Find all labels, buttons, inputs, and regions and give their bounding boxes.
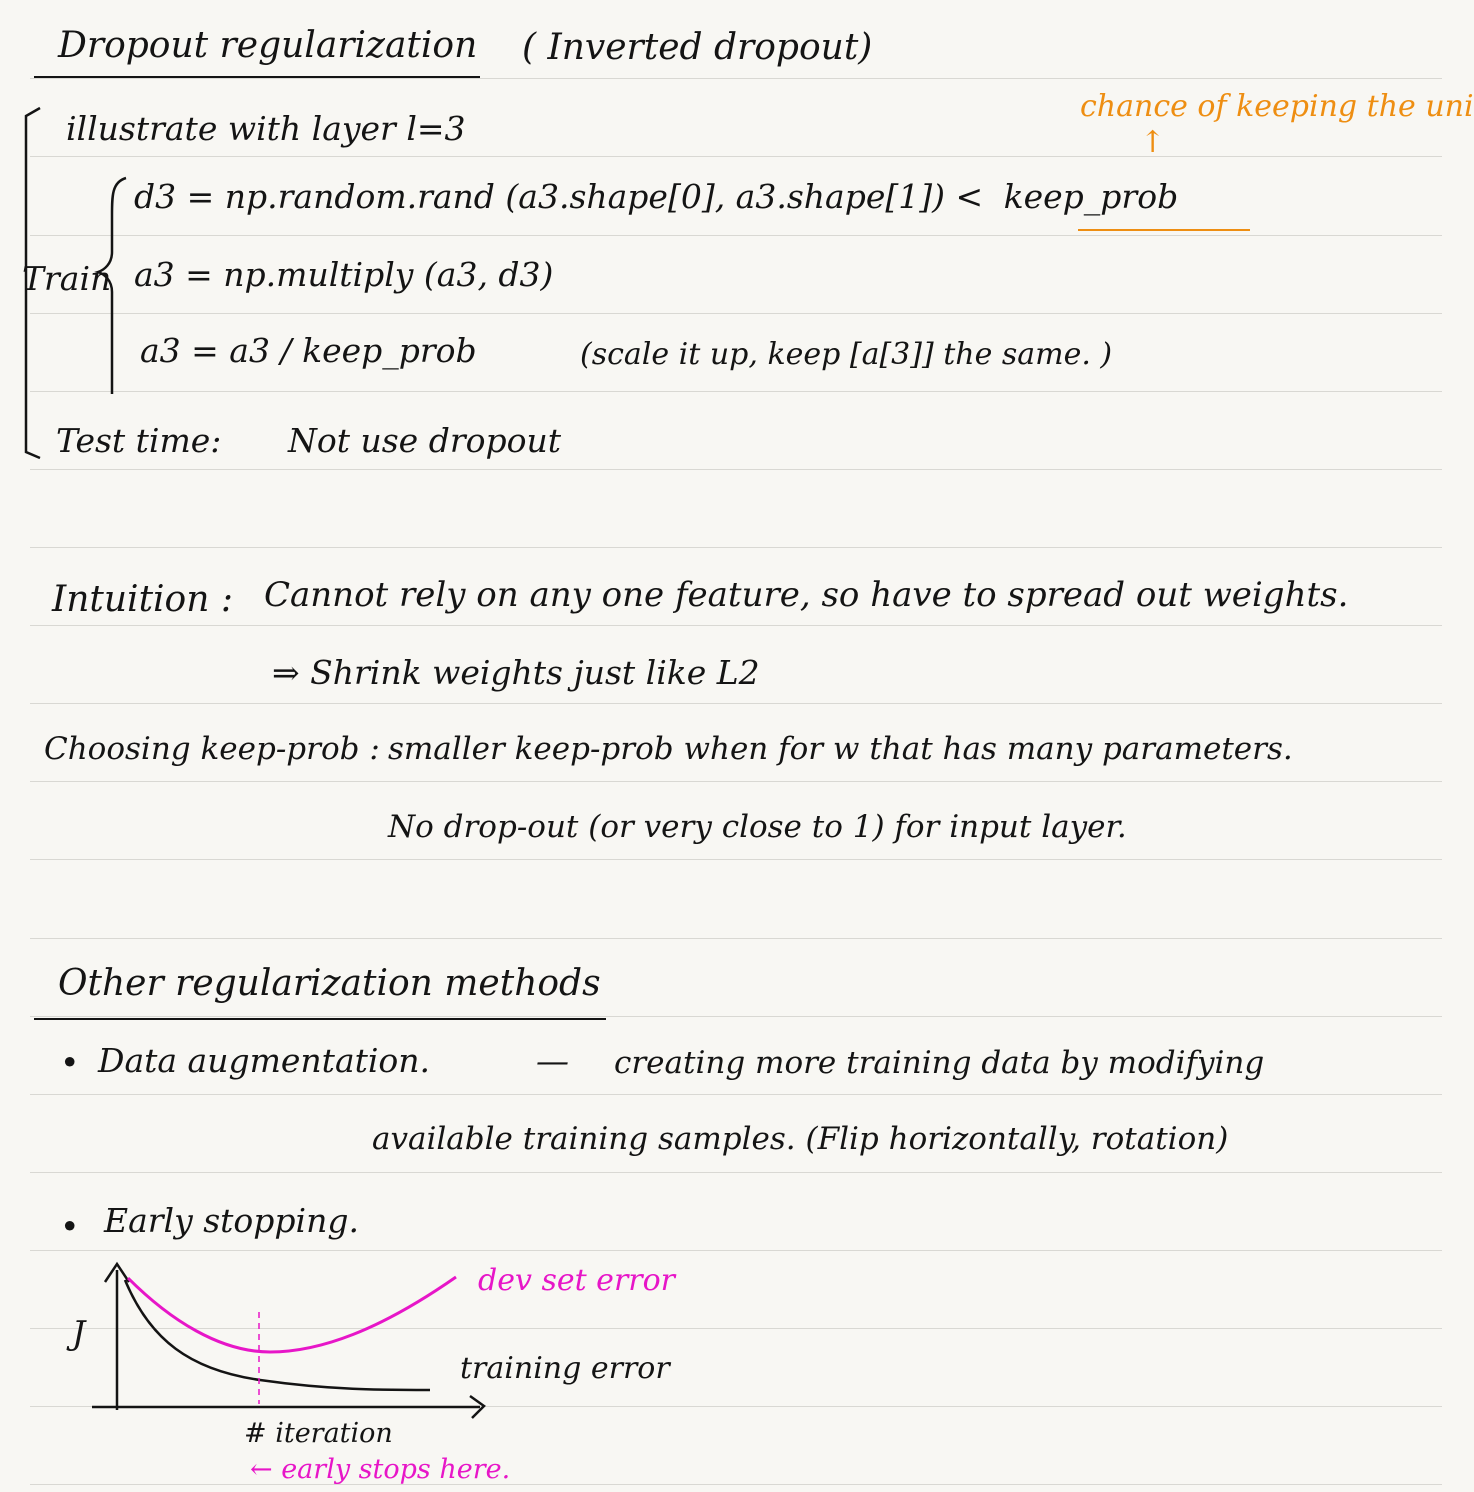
brackets xyxy=(24,106,127,460)
train-brace xyxy=(94,176,127,394)
outer-bracket xyxy=(24,106,41,460)
notebook-page: Dropout regularization ( Inverted dropou… xyxy=(0,0,1474,1492)
